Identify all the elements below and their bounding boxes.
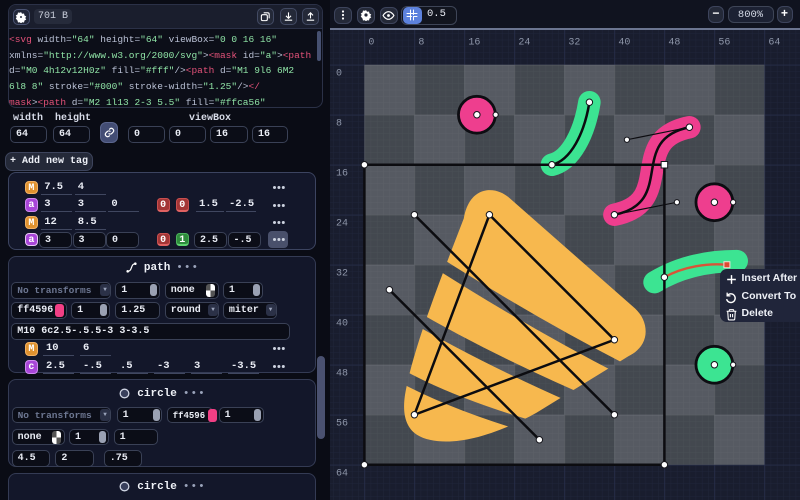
svg-text:16: 16	[468, 38, 480, 49]
svg-text:40: 40	[618, 38, 630, 49]
svg-text:48: 48	[668, 38, 680, 49]
svg-text:56: 56	[718, 38, 730, 49]
svg-text:16: 16	[336, 168, 348, 179]
svg-text:0: 0	[336, 68, 342, 79]
svg-text:32: 32	[568, 38, 580, 49]
svg-text:24: 24	[518, 38, 530, 49]
svg-text:56: 56	[336, 418, 348, 429]
svg-text:64: 64	[336, 468, 348, 479]
svg-text:64: 64	[768, 38, 780, 49]
svg-text:8: 8	[336, 118, 342, 129]
svg-text:32: 32	[336, 268, 348, 279]
svg-text:24: 24	[336, 218, 348, 229]
svg-text:48: 48	[336, 368, 348, 379]
svg-text:0: 0	[368, 38, 374, 49]
svg-text:40: 40	[336, 318, 348, 329]
svg-text:8: 8	[418, 38, 424, 49]
